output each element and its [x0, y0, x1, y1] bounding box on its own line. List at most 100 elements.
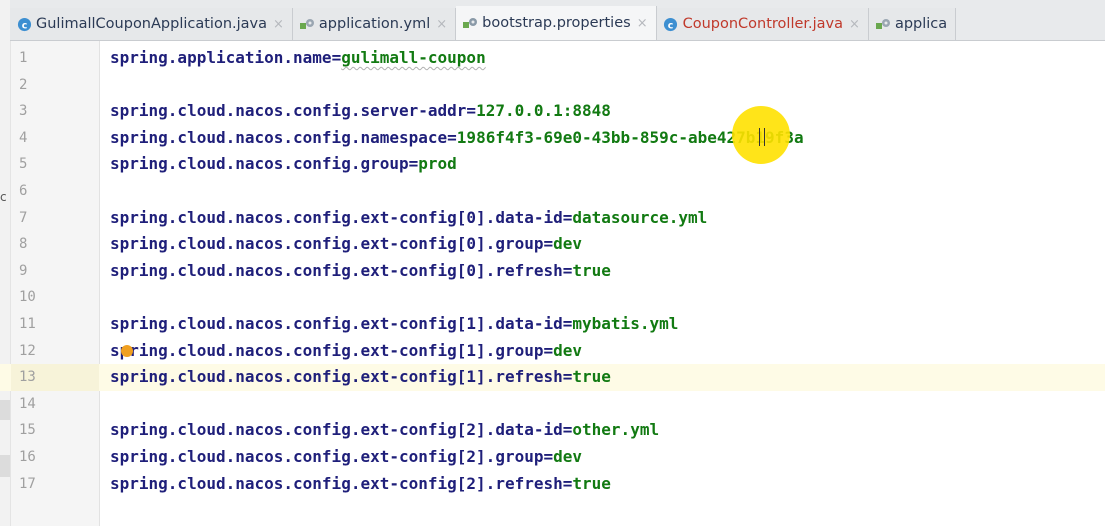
- code-text: spring.cloud.nacos.config.ext-config[0].…: [110, 258, 611, 285]
- line-number: 9: [19, 262, 28, 279]
- property-value: gulimall-coupon: [341, 48, 486, 67]
- code-line[interactable]: 9 spring.cloud.nacos.config.ext-config[0]…: [0, 258, 1105, 285]
- tab-4[interactable]: c CouponController.java ×: [656, 8, 869, 40]
- yml-config-icon: [875, 16, 891, 32]
- code-line[interactable]: 1 spring.application.name=gulimall-coupon: [0, 45, 1105, 72]
- line-number: 11: [19, 316, 36, 332]
- close-icon[interactable]: ×: [273, 17, 284, 32]
- property-key: spring.cloud.nacos.config.ext-config[1].…: [110, 367, 563, 387]
- close-icon[interactable]: ×: [436, 17, 447, 32]
- text-cursor-icon: [759, 128, 765, 146]
- property-value: mybatis.yml: [572, 314, 679, 333]
- property-key: spring.cloud.nacos.config.ext-config[0].…: [110, 260, 563, 280]
- code-text: spring.cloud.nacos.config.group=prod: [110, 151, 457, 178]
- svg-text:c: c: [21, 20, 27, 31]
- code-text: spring.cloud.nacos.config.ext-config[2].…: [110, 471, 611, 498]
- code-line[interactable]: 5 spring.cloud.nacos.config.group=prod: [0, 151, 1105, 178]
- equals-sign: =: [408, 154, 419, 174]
- code-text: spring.cloud.nacos.config.ext-config[1].…: [110, 338, 582, 365]
- property-key: spring.cloud.nacos.config.ext-config[0].…: [110, 234, 544, 254]
- equals-sign: =: [447, 127, 457, 147]
- code-text: spring.cloud.nacos.config.namespace=1986…: [110, 125, 804, 152]
- equals-sign: =: [562, 367, 573, 387]
- line-number: 7: [19, 209, 28, 226]
- tab-label: GulimallCouponApplication.java: [36, 16, 268, 32]
- tab-2[interactable]: application.yml ×: [292, 8, 457, 40]
- code-line[interactable]: 16 spring.cloud.nacos.config.ext-config[2…: [0, 444, 1105, 471]
- property-key: spring.cloud.nacos.config.ext-config[1].…: [110, 314, 563, 333]
- class-c-icon: c: [16, 16, 32, 32]
- tab-1[interactable]: c GulimallCouponApplication.java ×: [10, 8, 293, 40]
- property-key: spring.cloud.nacos.config.namespace: [110, 127, 448, 147]
- property-key: spring.cloud.nacos.config.ext-config[2].…: [110, 420, 563, 440]
- code-text: spring.cloud.nacos.config.ext-config[2].…: [110, 417, 659, 444]
- equals-sign: =: [562, 473, 573, 493]
- equals-sign: =: [543, 340, 554, 360]
- property-value: prod: [418, 154, 457, 174]
- code-text: spring.cloud.nacos.config.ext-config[0].…: [110, 205, 707, 232]
- property-value: other.yml: [572, 420, 660, 440]
- line-number: 4: [19, 129, 28, 146]
- ide-window: c c GulimallCouponApplication.java × applic…: [0, 0, 1105, 526]
- code-line[interactable]: 2: [0, 72, 1105, 99]
- close-icon[interactable]: ×: [637, 16, 648, 31]
- line-number: 1: [19, 50, 28, 66]
- equals-sign: =: [562, 207, 573, 227]
- line-number: 17: [19, 475, 36, 492]
- property-value: dev: [553, 340, 583, 360]
- property-value: true: [572, 367, 611, 387]
- line-number: 8: [19, 236, 28, 253]
- tab-3[interactable]: bootstrap.properties ×: [456, 6, 657, 40]
- properties-config-icon: [462, 15, 478, 31]
- tab-label: CouponController.java: [682, 16, 844, 32]
- property-key: spring.application.name: [110, 48, 332, 67]
- code-line[interactable]: 4 spring.cloud.nacos.config.namespace=198…: [0, 125, 1105, 152]
- line-number: 3: [19, 103, 28, 120]
- equals-sign: =: [562, 260, 573, 280]
- tab-5[interactable]: applica: [868, 8, 957, 40]
- property-key: spring.cloud.nacos.config.ext-config[2].…: [110, 447, 544, 466]
- code-line[interactable]: 12 spring.cloud.nacos.config.ext-config[1…: [0, 338, 1105, 365]
- line-number: 16: [19, 449, 36, 465]
- code-text: spring.cloud.nacos.config.ext-config[1].…: [110, 364, 611, 391]
- tab-label: applica: [894, 16, 948, 32]
- code-line[interactable]: 17 spring.cloud.nacos.config.ext-config[2…: [0, 471, 1105, 498]
- line-number: 15: [19, 422, 36, 439]
- code-line[interactable]: 14: [0, 391, 1105, 418]
- line-number: 12: [19, 342, 36, 359]
- property-value: dev: [553, 447, 583, 466]
- equals-sign: =: [543, 447, 554, 466]
- property-value: datasource.yml: [572, 207, 708, 227]
- equals-sign: =: [562, 420, 573, 440]
- line-number: 2: [19, 76, 28, 93]
- property-key: spring.cloud.nacos.config.ext-config[2].…: [110, 473, 563, 493]
- code-text: spring.application.name=gulimall-coupon: [110, 45, 486, 72]
- code-line[interactable]: 10: [0, 284, 1105, 311]
- code-line[interactable]: 11 spring.cloud.nacos.config.ext-config[1…: [0, 311, 1105, 338]
- editor-tab-bar: c GulimallCouponApplication.java × applicat…: [10, 0, 1105, 41]
- tab-label: bootstrap.properties: [482, 15, 631, 31]
- code-line[interactable]: 7 spring.cloud.nacos.config.ext-config[0]…: [0, 205, 1105, 232]
- property-key: spring.cloud.nacos.config.group: [110, 154, 409, 174]
- property-key: spring.cloud.nacos.config.ext-config[0].…: [110, 207, 563, 227]
- property-value: true: [572, 473, 611, 493]
- close-icon[interactable]: ×: [849, 17, 860, 32]
- code-line[interactable]: 3 spring.cloud.nacos.config.server-addr=1…: [0, 98, 1105, 125]
- class-c-icon: c: [663, 16, 679, 32]
- line-number: 14: [19, 395, 36, 412]
- line-number: 10: [19, 289, 36, 306]
- property-key: spring.cloud.nacos.config.ext-config[1].…: [110, 340, 544, 360]
- yml-config-icon: [299, 16, 315, 32]
- property-value: dev: [553, 234, 583, 254]
- code-line[interactable]: 13 spring.cloud.nacos.config.ext-config[1…: [0, 364, 1105, 391]
- intention-bulb-icon[interactable]: [121, 345, 133, 357]
- equals-sign: =: [466, 101, 477, 121]
- code-line[interactable]: 8 spring.cloud.nacos.config.ext-config[0]…: [0, 231, 1105, 258]
- line-number: 6: [19, 183, 28, 199]
- property-value: 127.0.0.1:8848: [476, 101, 611, 121]
- equals-sign: =: [331, 48, 342, 67]
- code-line[interactable]: 6: [0, 178, 1105, 205]
- equals-sign: =: [562, 314, 573, 333]
- code-line[interactable]: 15 spring.cloud.nacos.config.ext-config[2…: [0, 417, 1105, 444]
- code-text: spring.cloud.nacos.config.ext-config[1].…: [110, 311, 678, 338]
